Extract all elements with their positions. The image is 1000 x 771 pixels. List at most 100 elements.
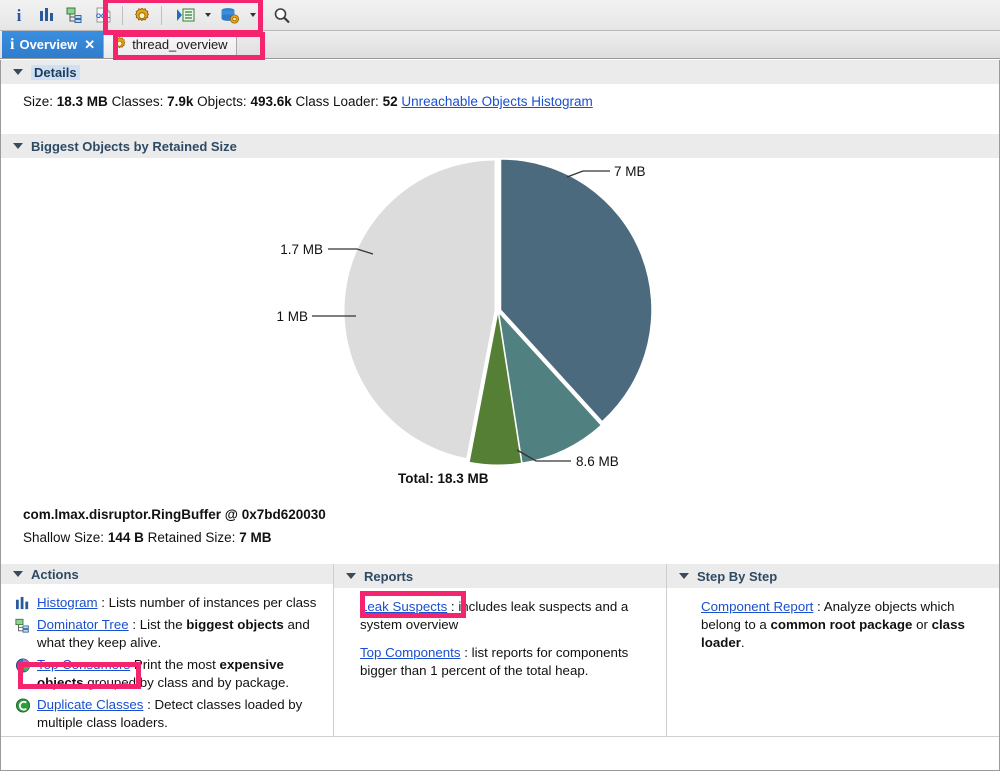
- actions-section-header: Actions: [1, 564, 333, 584]
- step-text-component-report: Component Report : Analyze objects which…: [701, 598, 989, 652]
- report-text-leak-suspects: Leak Suspects : includes leak suspects a…: [360, 598, 656, 634]
- selected-object-sizes: Shallow Size: 144 B Retained Size: 7 MB: [1, 530, 999, 545]
- step-by-step-section-header: Step By Step: [667, 564, 999, 588]
- find-toolbar-button[interactable]: [269, 3, 295, 28]
- pie-total-label: Total: 18.3 MB: [398, 471, 489, 486]
- component-report-desc-mid: or: [912, 617, 931, 632]
- report-item-top-components[interactable]: Top Components : list reports for compon…: [360, 644, 656, 680]
- report-text-top-components: Top Components : list reports for compon…: [360, 644, 656, 680]
- class-loader-label: Class Loader:: [296, 94, 379, 109]
- query-browser-toolbar-button[interactable]: [168, 3, 202, 28]
- details-section-header: Details: [1, 60, 999, 84]
- collapse-twisty-icon[interactable]: [13, 571, 23, 577]
- collapse-twisty-icon[interactable]: [346, 573, 356, 579]
- action-text-dominator-tree: Dominator Tree : List the biggest object…: [37, 616, 323, 652]
- dominator-tree-desc-pre: : List the: [129, 617, 187, 632]
- report-item-leak-suspects[interactable]: Leak Suspects : includes leak suspects a…: [360, 598, 656, 634]
- histogram-icon: [15, 596, 31, 612]
- tab-thread-overview[interactable]: thread_overview: [104, 31, 236, 58]
- oql-icon: OQL: [95, 7, 112, 23]
- action-item-duplicate-classes[interactable]: Duplicate Classes : Detect classes loade…: [15, 696, 323, 732]
- action-text-top-consumers: Top Consumers Print the most expensive o…: [37, 656, 323, 692]
- biggest-objects-section-title: Biggest Objects by Retained Size: [31, 139, 237, 154]
- dominator-tree-toolbar-button[interactable]: [62, 3, 88, 28]
- reports-section-title: Reports: [364, 569, 413, 584]
- actions-list: Histogram : Lists number of instances pe…: [1, 584, 333, 736]
- component-report-link[interactable]: Component Report: [701, 599, 813, 614]
- step-by-step-list: Component Report : Analyze objects which…: [667, 588, 999, 656]
- tab-thread-overview-label: thread_overview: [132, 37, 227, 52]
- pie-label-8-6-mb: 8.6 MB: [576, 454, 619, 469]
- info-toolbar-button[interactable]: i: [6, 3, 32, 28]
- size-label: Size:: [23, 94, 53, 109]
- close-icon[interactable]: ✕: [84, 38, 95, 51]
- action-item-top-consumers[interactable]: Top Consumers Print the most expensive o…: [15, 656, 323, 692]
- dominator-tree-icon: [66, 7, 84, 23]
- histogram-toolbar-button[interactable]: [34, 3, 60, 28]
- actions-panel: Actions Histogram : Lists number of inst…: [1, 564, 333, 736]
- expert-system-toolbar-button[interactable]: [129, 3, 155, 28]
- details-section-title: Details: [31, 65, 80, 80]
- reports-list: Leak Suspects : includes leak suspects a…: [334, 588, 666, 684]
- unreachable-objects-histogram-link[interactable]: Unreachable Objects Histogram: [401, 94, 592, 109]
- svg-text:OQL: OQL: [95, 13, 109, 20]
- class-loader-value: 52: [383, 94, 398, 109]
- top-components-link[interactable]: Top Components: [360, 645, 461, 660]
- toolbar-separator-2: [161, 6, 162, 25]
- query-browser-chevron-down-icon[interactable]: [205, 13, 211, 17]
- retained-size-pie-chart[interactable]: 7 MB 1.7 MB 1 MB 8.6 MB Total: 18.3 MB: [1, 158, 999, 503]
- tab-overview[interactable]: i Overview ✕: [2, 31, 104, 58]
- info-icon: i: [17, 7, 22, 24]
- reports-section-header: Reports: [334, 564, 666, 588]
- actions-section-title: Actions: [31, 567, 79, 582]
- bottom-panels: Actions Histogram : Lists number of inst…: [1, 564, 999, 736]
- reports-chevron-down-icon[interactable]: [250, 13, 256, 17]
- component-report-desc-post: .: [741, 635, 745, 650]
- retained-size-label: Retained Size:: [148, 530, 236, 545]
- shallow-size-value: 144 B: [108, 530, 144, 545]
- pie-label-1-7-mb: 1.7 MB: [280, 242, 323, 257]
- action-item-dominator-tree[interactable]: Dominator Tree : List the biggest object…: [15, 616, 323, 652]
- step-item-component-report[interactable]: Component Report : Analyze objects which…: [701, 598, 989, 652]
- top-consumers-desc-pre: Print the most: [130, 657, 219, 672]
- histogram-icon: [39, 7, 56, 23]
- oql-toolbar-button[interactable]: OQL: [90, 3, 116, 28]
- biggest-objects-section-header: Biggest Objects by Retained Size: [1, 134, 999, 158]
- gear-icon: [133, 7, 151, 24]
- reports-toolbar-button[interactable]: [213, 3, 247, 28]
- component-report-desc-bold: common root package: [771, 617, 913, 632]
- top-consumers-link[interactable]: Top Consumers: [37, 657, 130, 672]
- step-by-step-section-title: Step By Step: [697, 569, 777, 584]
- collapse-twisty-icon[interactable]: [679, 573, 689, 579]
- duplicate-classes-link[interactable]: Duplicate Classes: [37, 697, 143, 712]
- toolbar-separator-3: [262, 6, 263, 25]
- histogram-desc: : Lists number of instances per class: [98, 595, 317, 610]
- objects-value: 493.6k: [250, 94, 291, 109]
- main-toolbar: i OQL: [0, 0, 1000, 31]
- gear-icon: [112, 36, 127, 54]
- details-summary-row: Size: 18.3 MB Classes: 7.9k Objects: 493…: [1, 84, 999, 109]
- action-item-histogram[interactable]: Histogram : Lists number of instances pe…: [15, 594, 323, 612]
- action-text-histogram: Histogram : Lists number of instances pe…: [37, 594, 323, 612]
- pie-chart-svg: 7 MB 1.7 MB 1 MB 8.6 MB Total: 18.3 MB: [1, 158, 1000, 503]
- pie-label-7-mb: 7 MB: [614, 164, 646, 179]
- pie-label-1-mb: 1 MB: [276, 309, 308, 324]
- selected-object-name: com.lmax.disruptor.RingBuffer @ 0x7bd620…: [1, 507, 999, 522]
- pie-slice-8-6-mb[interactable]: [345, 161, 495, 458]
- leak-suspects-link[interactable]: Leak Suspects: [360, 599, 447, 614]
- top-consumers-desc-post: grouped by class and by package.: [84, 675, 290, 690]
- dominator-tree-link[interactable]: Dominator Tree: [37, 617, 129, 632]
- shallow-size-label: Shallow Size:: [23, 530, 104, 545]
- top-consumers-icon: [15, 658, 31, 674]
- objects-label: Objects:: [197, 94, 247, 109]
- classes-label: Classes:: [112, 94, 164, 109]
- tab-bar-filler: [237, 31, 1000, 58]
- classes-value: 7.9k: [167, 94, 193, 109]
- histogram-link[interactable]: Histogram: [37, 595, 98, 610]
- overview-content: Details Size: 18.3 MB Classes: 7.9k Obje…: [0, 60, 1000, 771]
- collapse-twisty-icon[interactable]: [13, 143, 23, 149]
- tab-overview-label: Overview: [19, 37, 77, 52]
- collapse-twisty-icon[interactable]: [13, 69, 23, 75]
- query-browser-icon: [176, 7, 195, 23]
- footer-strip: [1, 736, 999, 770]
